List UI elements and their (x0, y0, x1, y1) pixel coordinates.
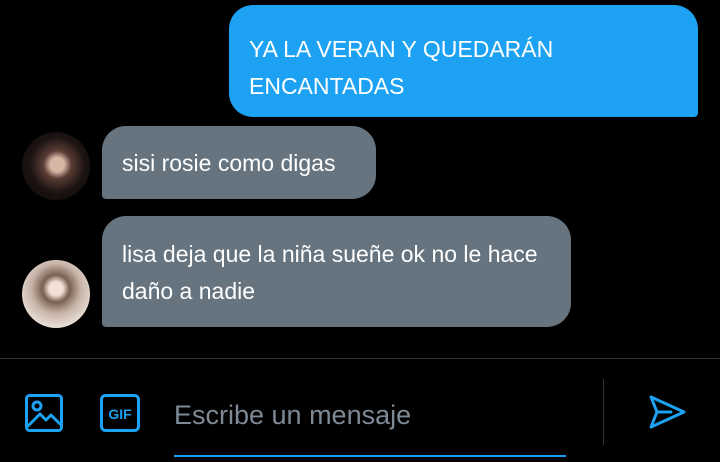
composer-divider (603, 379, 604, 445)
message-text: YA LA VERAN Y QUEDARÁN ENCANTADAS (249, 36, 554, 99)
message-input[interactable] (174, 393, 566, 437)
image-icon (25, 394, 63, 432)
avatar[interactable] (22, 132, 90, 200)
sent-message-bubble[interactable]: YA LA VERAN Y QUEDARÁN ENCANTADAS (229, 5, 698, 117)
message-thread: YA LA VERAN Y QUEDARÁN ENCANTADAS sisi r… (0, 0, 720, 358)
message-text: sisi rosie como digas (122, 150, 336, 176)
avatar[interactable] (22, 260, 90, 328)
send-button[interactable] (644, 389, 690, 435)
message-composer: GIF (0, 359, 720, 462)
send-icon (649, 395, 686, 429)
received-message-bubble[interactable]: sisi rosie como digas (102, 126, 376, 199)
add-image-button[interactable] (22, 391, 66, 435)
gif-icon: GIF (100, 394, 140, 432)
message-text: lisa deja que la niña sueñe ok no le hac… (122, 241, 538, 304)
received-message-bubble[interactable]: lisa deja que la niña sueñe ok no le hac… (102, 216, 571, 327)
gif-label: GIF (108, 406, 132, 422)
input-underline (174, 455, 566, 457)
add-gif-button[interactable]: GIF (98, 391, 142, 435)
